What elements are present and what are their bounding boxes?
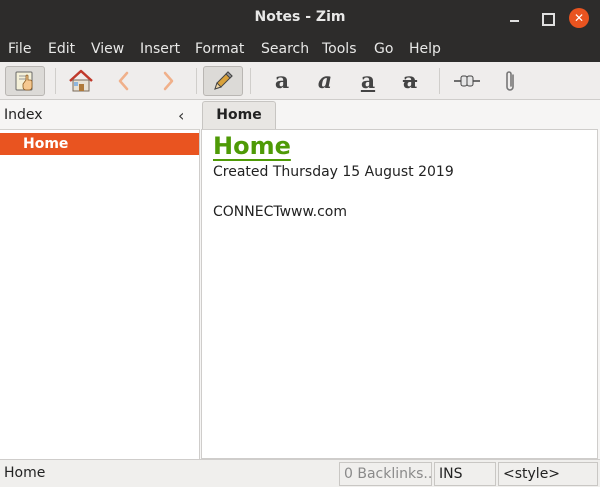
title-bar: Notes - Zim ✕ (0, 0, 600, 37)
menu-search[interactable]: Search (261, 41, 309, 57)
home-icon (69, 69, 93, 92)
style-indicator: <style> (498, 462, 598, 486)
link-icon (454, 75, 480, 87)
underline-icon: a (360, 68, 376, 94)
strikethrough-icon: a (402, 68, 418, 94)
toolbar-separator (439, 68, 440, 94)
tree-item-home[interactable]: Home (0, 133, 199, 155)
attach-button[interactable] (490, 66, 530, 96)
page-heading: Home (213, 132, 291, 160)
status-page-name: Home (4, 465, 46, 481)
edit-pencil-icon (214, 71, 233, 90)
notebook-icon (15, 71, 33, 91)
toolbar: a a a a (0, 62, 600, 100)
created-date: Created Thursday 15 August 2019 (213, 164, 454, 180)
bold-icon: a (274, 68, 290, 94)
attach-icon (506, 71, 514, 91)
index-header: Index ‹ (0, 101, 200, 129)
menu-tools[interactable]: Tools (322, 41, 357, 57)
insert-mode-indicator: INS (434, 462, 496, 486)
toolbar-separator (196, 68, 197, 94)
underline-button[interactable]: a (348, 66, 388, 96)
italic-icon: a (317, 68, 333, 94)
notebook-button[interactable] (5, 66, 45, 96)
link-button[interactable] (447, 66, 487, 96)
page-editor[interactable]: Home Created Thursday 15 August 2019 CON… (201, 129, 598, 459)
backlinks-button[interactable]: 0 Backlinks... (339, 462, 432, 486)
toolbar-separator (55, 68, 56, 94)
toolbar-separator (250, 68, 251, 94)
menu-go[interactable]: Go (374, 41, 393, 57)
italic-button[interactable]: a (305, 66, 345, 96)
bold-button[interactable]: a (262, 66, 302, 96)
forward-button[interactable] (148, 66, 188, 96)
edit-button[interactable] (203, 66, 243, 96)
index-tree[interactable]: Home (0, 129, 200, 459)
menu-help[interactable]: Help (409, 41, 441, 57)
back-button[interactable] (104, 66, 144, 96)
index-label: Index (4, 107, 43, 123)
chevron-left-icon[interactable]: ‹ (178, 106, 184, 125)
tab-home[interactable]: Home (202, 101, 276, 129)
menu-view[interactable]: View (91, 41, 124, 57)
back-icon (118, 71, 129, 91)
status-bar: Home 0 Backlinks... INS <style> (0, 459, 600, 487)
menu-bar: File Edit View Insert Format Search Tool… (0, 37, 600, 62)
menu-insert[interactable]: Insert (140, 41, 180, 57)
menu-format[interactable]: Format (195, 41, 244, 57)
maximize-button[interactable] (537, 8, 557, 28)
home-button[interactable] (61, 66, 101, 96)
page-body-text: CONNECTwww.com (213, 204, 348, 220)
forward-icon (163, 71, 174, 91)
menu-file[interactable]: File (8, 41, 31, 57)
menu-edit[interactable]: Edit (48, 41, 75, 57)
close-button[interactable]: ✕ (569, 8, 589, 28)
strikethrough-button[interactable]: a (390, 66, 430, 96)
minimize-button[interactable] (505, 8, 525, 28)
